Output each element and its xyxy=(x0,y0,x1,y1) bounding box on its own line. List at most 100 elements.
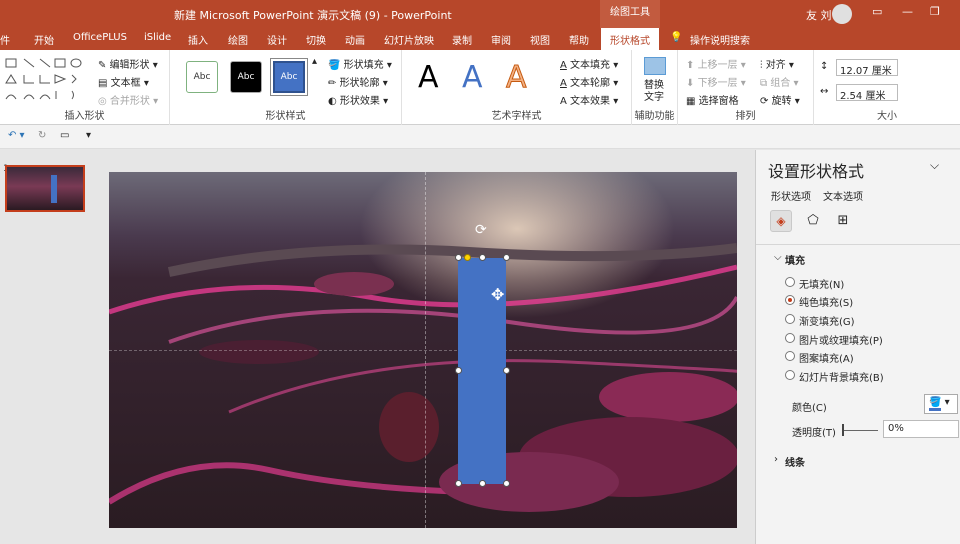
adjust-handle[interactable] xyxy=(464,254,471,261)
tab-insert[interactable]: 插入 xyxy=(188,32,208,47)
shapes-gallery[interactable] xyxy=(4,56,86,104)
tab-islide[interactable]: iSlide xyxy=(144,32,171,43)
radio-label-pattern-fill[interactable]: 图案填充(A) xyxy=(799,350,854,365)
fill-line-icon[interactable]: ◈ xyxy=(770,210,792,232)
lightbulb-icon: 💡 xyxy=(670,32,683,43)
radio-label-slide-bg-fill[interactable]: 幻灯片背景填充(B) xyxy=(799,369,884,384)
tab-officeplus[interactable]: OfficePLUS xyxy=(73,32,127,43)
user-name[interactable]: 友 刘 xyxy=(806,7,832,23)
radio-slide-bg-fill[interactable] xyxy=(785,370,795,380)
transparency-slider-track[interactable] xyxy=(842,430,878,431)
size-properties-icon[interactable]: ⊞ xyxy=(832,210,854,232)
tab-view[interactable]: 视图 xyxy=(530,32,550,47)
pane-title: 设置形状格式 xyxy=(768,162,865,181)
transparency-input[interactable]: 0% xyxy=(883,420,959,438)
radio-gradient-fill[interactable] xyxy=(785,314,795,324)
align-button[interactable]: ⫶ 对齐 ▾ xyxy=(760,56,794,71)
width-input[interactable]: 2.54 厘米 xyxy=(836,84,898,102)
style-swatch-blue[interactable]: Abc xyxy=(270,58,308,96)
text-outline-button[interactable]: A 文本轮廓 ▾ xyxy=(560,74,618,89)
gallery-scroll[interactable]: ▴ xyxy=(312,56,317,67)
resize-handle[interactable] xyxy=(479,254,486,261)
effects-icon[interactable]: ⬠ xyxy=(802,210,824,232)
restore-icon[interactable]: ❐ xyxy=(930,5,940,18)
fill-section-header[interactable]: 填充 xyxy=(785,252,805,267)
color-label: 颜色(C) xyxy=(792,403,827,414)
line-section-header[interactable]: 线条 xyxy=(785,454,805,469)
resize-handle[interactable] xyxy=(455,367,462,374)
group-button[interactable]: ⧉ 组合 ▾ xyxy=(760,74,799,89)
transparency-slider-thumb[interactable] xyxy=(842,424,844,436)
resize-handle[interactable] xyxy=(455,254,462,261)
customize-qat-icon[interactable]: ▾ xyxy=(86,130,91,141)
resize-handle[interactable] xyxy=(503,254,510,261)
radio-label-no-fill[interactable]: 无填充(N) xyxy=(799,276,844,291)
tab-animations[interactable]: 动画 xyxy=(345,32,365,47)
tab-review[interactable]: 审阅 xyxy=(491,32,511,47)
accessibility-group: 替换 文字 辅助功能 xyxy=(632,50,678,125)
tab-file[interactable]: 件 xyxy=(0,32,10,47)
send-backward-button[interactable]: ⬇ 下移一层 ▾ xyxy=(686,74,746,89)
shape-fill-button[interactable]: 🪣 形状填充 ▾ xyxy=(328,56,392,71)
accessibility-label: 辅助功能 xyxy=(634,111,675,122)
tab-draw[interactable]: 绘图 xyxy=(228,32,248,47)
resize-handle[interactable] xyxy=(503,480,510,487)
size-label: 大小 xyxy=(877,111,897,122)
radio-picture-fill[interactable] xyxy=(785,333,795,343)
shape-styles-label: 形状样式 xyxy=(265,111,306,122)
color-picker-button[interactable]: 🪣 ▾ xyxy=(924,394,958,414)
slide-thumbnail[interactable] xyxy=(5,165,85,212)
radio-pattern-fill[interactable] xyxy=(785,351,795,361)
tab-slideshow[interactable]: 幻灯片放映 xyxy=(384,32,434,47)
text-fill-button[interactable]: A 文本填充 ▾ xyxy=(560,56,618,71)
tell-me-search[interactable]: 操作说明搜索 xyxy=(690,32,750,47)
minimize-icon[interactable]: — xyxy=(902,5,913,18)
resize-handle[interactable] xyxy=(455,480,462,487)
pane-collapse-icon[interactable]: ⌵ xyxy=(930,158,939,173)
rotate-handle-icon[interactable]: ⟳ xyxy=(475,222,487,238)
wordart-black[interactable]: A xyxy=(418,60,439,95)
title-bar: 新建 Microsoft PowerPoint 演示文稿 (9) - Power… xyxy=(0,0,960,28)
present-icon[interactable]: ▭ xyxy=(60,130,69,141)
wordart-blue[interactable]: A xyxy=(462,60,483,95)
resize-handle[interactable] xyxy=(479,480,486,487)
radio-label-gradient-fill[interactable]: 渐变填充(G) xyxy=(799,313,855,328)
tab-record[interactable]: 录制 xyxy=(452,32,472,47)
resize-handle[interactable] xyxy=(503,367,510,374)
shape-outline-button[interactable]: ✏ 形状轮廓 ▾ xyxy=(328,74,388,89)
edit-shape-button[interactable]: ✎ 编辑形状 ▾ xyxy=(98,56,158,71)
tab-text-options[interactable]: 文本选项 xyxy=(823,188,863,203)
tab-shape-format[interactable]: 形状格式 xyxy=(601,28,659,50)
tab-design[interactable]: 设计 xyxy=(267,32,287,47)
radio-solid-fill[interactable] xyxy=(785,295,795,305)
tab-shape-options[interactable]: 形状选项 xyxy=(771,188,811,203)
shape-effects-button[interactable]: ◐ 形状效果 ▾ xyxy=(328,92,388,107)
rotate-button[interactable]: ⟳ 旋转 ▾ xyxy=(760,92,800,107)
redo-icon[interactable]: ↻ xyxy=(38,130,46,141)
style-swatch-outline[interactable]: Abc xyxy=(186,61,218,93)
wordart-orange[interactable]: A xyxy=(506,60,528,96)
tab-home[interactable]: 开始 xyxy=(34,32,54,47)
alt-text-icon[interactable] xyxy=(644,57,666,75)
textbox-button[interactable]: ▤ 文本框 ▾ xyxy=(98,74,149,89)
text-effects-button[interactable]: A 文本效果 ▾ xyxy=(560,92,618,107)
avatar[interactable] xyxy=(832,4,852,24)
selection-pane-button[interactable]: ▦ 选择窗格 xyxy=(686,92,739,107)
radio-no-fill[interactable] xyxy=(785,277,795,287)
alt-text-button[interactable]: 替换 文字 xyxy=(644,80,664,104)
tab-transitions[interactable]: 切换 xyxy=(306,32,326,47)
merge-shapes-button[interactable]: ◎ 合并形状 ▾ xyxy=(98,92,158,107)
radio-label-solid-fill[interactable]: 纯色填充(S) xyxy=(799,294,853,309)
style-swatch-black[interactable]: Abc xyxy=(230,61,262,93)
insert-shapes-label: 插入形状 xyxy=(64,111,105,122)
line-section-chevron[interactable]: › xyxy=(774,454,778,465)
undo-icon[interactable]: ↶ ▾ xyxy=(8,130,25,141)
bring-forward-button[interactable]: ⬆ 上移一层 ▾ xyxy=(686,56,746,71)
fill-section-chevron[interactable]: ⌵ xyxy=(774,252,782,263)
tab-help[interactable]: 帮助 xyxy=(569,32,589,47)
size-group: ↕ ↔ 12.07 厘米 2.54 厘米 大小 xyxy=(814,50,960,125)
radio-label-picture-fill[interactable]: 图片或纹理填充(P) xyxy=(799,332,883,347)
height-input[interactable]: 12.07 厘米 xyxy=(836,59,898,77)
ribbon-display-icon[interactable]: ▭ xyxy=(872,5,882,18)
slide-canvas[interactable]: ⟳ ✥ xyxy=(109,172,737,528)
